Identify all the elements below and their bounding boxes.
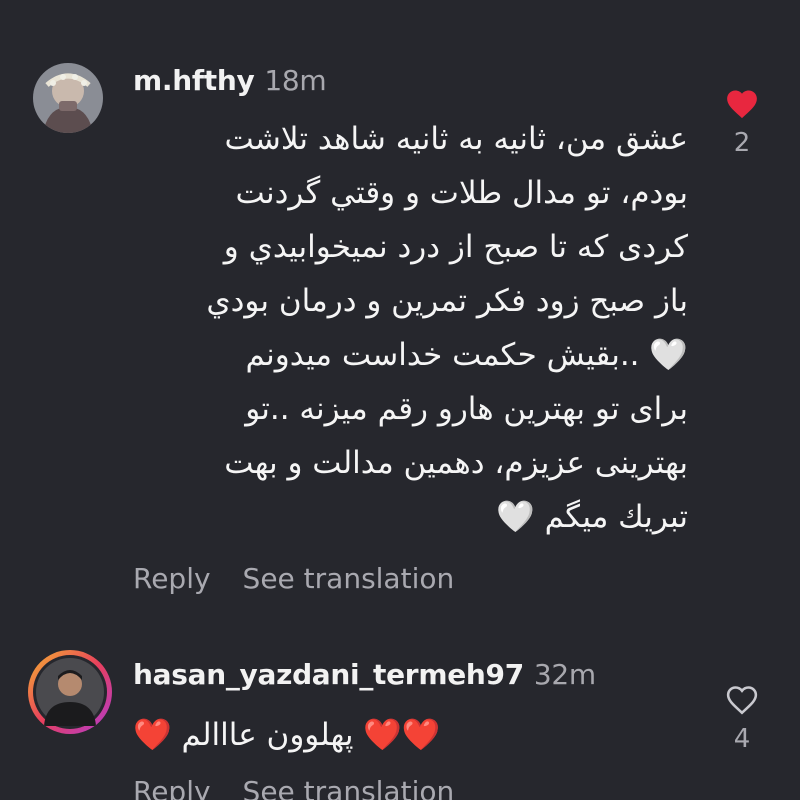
avatar[interactable] [28, 650, 112, 734]
username[interactable]: m.hfthy 18m [133, 64, 327, 97]
comment-line: بهترینی عزیزم، دهمین مدالت و بهت [224, 445, 688, 481]
comment-2: hasan_yazdani_termeh97 32m ❤️❤️ پهلوون عا… [0, 610, 800, 800]
reply-button[interactable]: Reply [133, 775, 211, 800]
like-button[interactable]: 4 [722, 684, 762, 754]
comment-line: عشق من، ثانیه به ثانیه شاهد تلاشت [224, 121, 688, 157]
comment-1: m.hfthy 18m عشق من، ثانیه به ثانیه شاهد ت… [0, 0, 800, 610]
comment-line: برای تو بهترین هارو رقم میزنه ..تو [245, 391, 688, 427]
comment-time: 32m [533, 658, 596, 691]
comment-actions: Reply See translation [133, 562, 486, 595]
comment-line: تبریك میگم 🤍 [496, 499, 688, 535]
reply-button[interactable]: Reply [133, 562, 211, 595]
comment-line: 🤍 ..بقیش حکمت خداست میدونم [245, 337, 688, 373]
comment-line: کردی که تا صبح از درد نمیخوابیدي و [223, 229, 688, 265]
like-count: 2 [733, 128, 751, 158]
username-text[interactable]: m.hfthy [133, 64, 255, 97]
comment-line: ❤️❤️ پهلوون عااالم ❤️ [133, 717, 441, 753]
comment-time: 18m [264, 64, 327, 97]
avatar-image [33, 63, 103, 133]
comment-text: عشق من، ثانیه به ثانیه شاهد تلاشت بودم، … [128, 112, 688, 544]
like-button[interactable]: 2 [722, 88, 762, 158]
comment-line: باز صبح زود فکر تمرین و درمان بودي [206, 283, 688, 319]
comment-line: بودم، تو مدال طلات و وقتي گردنت [235, 175, 688, 211]
username[interactable]: hasan_yazdani_termeh97 32m [133, 658, 596, 691]
comment-text: ❤️❤️ پهلوون عااالم ❤️ [133, 708, 453, 762]
comment-actions: Reply See translation [133, 775, 486, 800]
username-text[interactable]: hasan_yazdani_termeh97 [133, 658, 524, 691]
see-translation-button[interactable]: See translation [243, 775, 455, 800]
heart-filled-icon[interactable] [725, 88, 759, 120]
see-translation-button[interactable]: See translation [243, 562, 455, 595]
avatar[interactable] [33, 63, 103, 133]
avatar-image [33, 655, 107, 729]
heart-outline-icon[interactable] [725, 684, 759, 716]
like-count: 4 [733, 724, 751, 754]
